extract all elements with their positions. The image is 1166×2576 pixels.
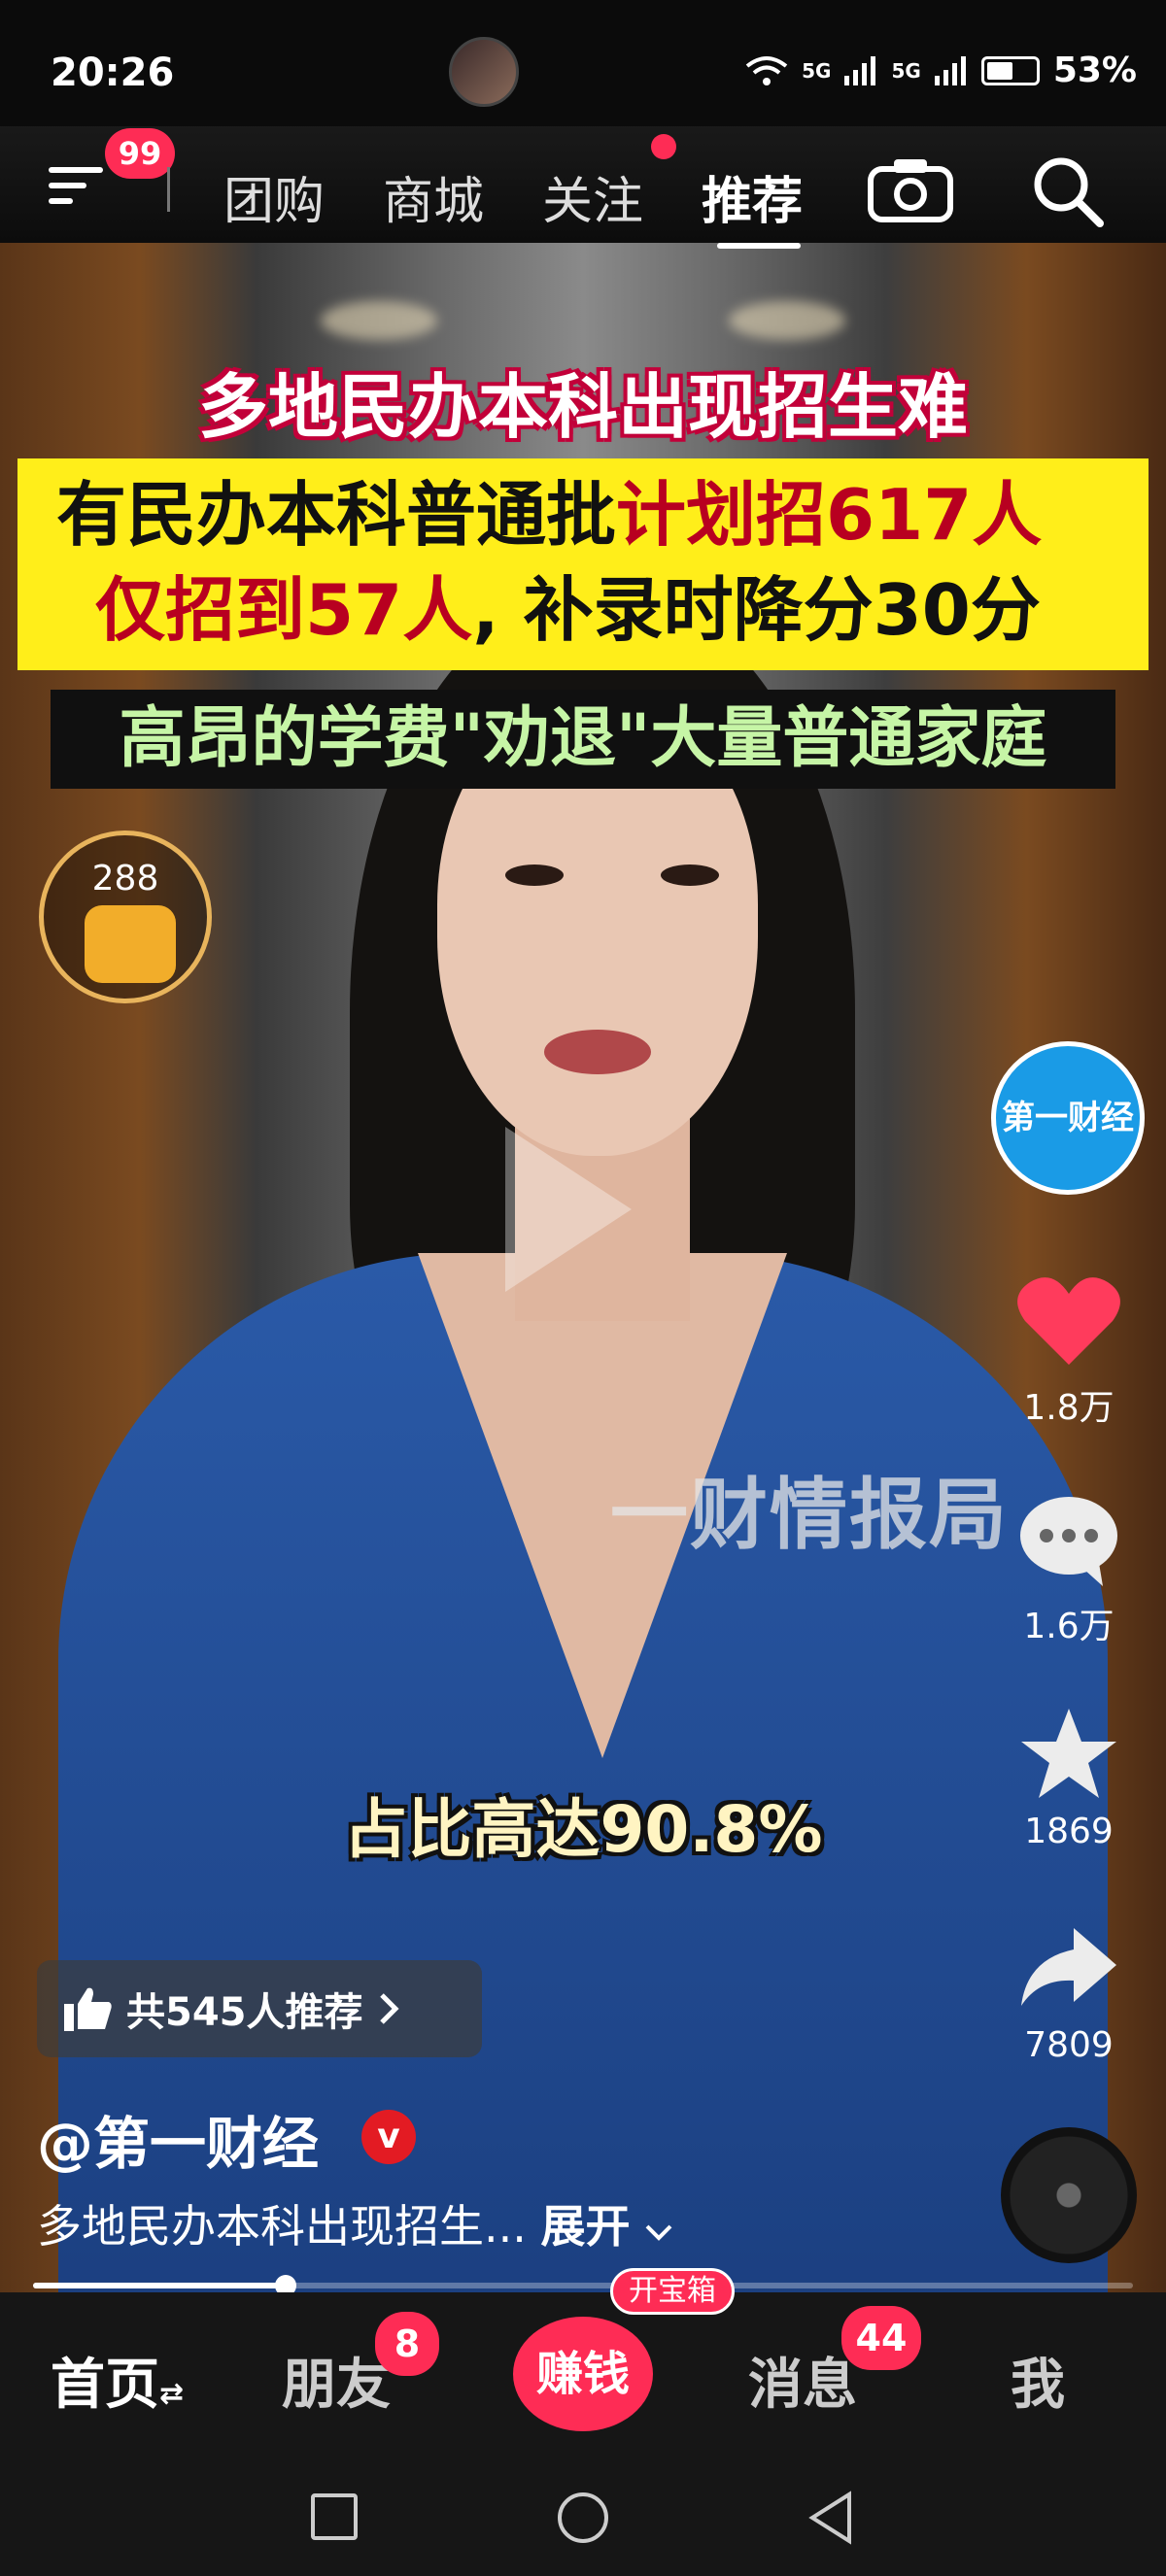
caption-yellow-box: 有民办本科普通批计划招617人 仅招到57人, 补录时降分30分 bbox=[17, 458, 1149, 670]
active-tab-indicator bbox=[717, 243, 801, 249]
chevron-down-icon bbox=[645, 2224, 672, 2241]
tab-me[interactable]: 我 bbox=[1011, 2341, 1065, 2420]
tab-home[interactable]: 首页⇄ bbox=[51, 2341, 184, 2420]
expand-button[interactable]: 展开 bbox=[541, 2200, 631, 2253]
tab-messages[interactable]: 消息 bbox=[748, 2341, 857, 2420]
menu-icon[interactable] bbox=[49, 167, 103, 214]
menu-badge: 99 bbox=[105, 128, 175, 179]
author-name[interactable]: @第一财经 bbox=[37, 2098, 319, 2180]
video-watermark: 一财情报局 bbox=[610, 1470, 1009, 1560]
comment-icon bbox=[1020, 1497, 1117, 1586]
video-description: 多地民办本科出现招生... 展开 bbox=[37, 2191, 673, 2255]
refresh-switch-icon: ⇄ bbox=[159, 2377, 185, 2411]
presenter-mouth bbox=[544, 1030, 651, 1074]
gift-bag-button[interactable]: 288 bbox=[39, 830, 212, 1003]
tab-friends[interactable]: 朋友 bbox=[282, 2341, 391, 2420]
caption-highlight: 计划招617人 bbox=[616, 474, 1043, 556]
comment-count: 1.6万 bbox=[1023, 1607, 1115, 1646]
thumbs-up-icon bbox=[64, 1987, 112, 2031]
video-progress-bar[interactable] bbox=[33, 2275, 1133, 2296]
signal-label: 5G bbox=[891, 58, 921, 83]
status-time: 20:26 bbox=[51, 51, 175, 95]
share-button[interactable]: 7809 bbox=[1011, 1918, 1127, 2065]
gift-count: 288 bbox=[91, 859, 159, 898]
friends-badge: 8 bbox=[375, 2312, 439, 2376]
recent-apps-icon[interactable] bbox=[311, 2493, 358, 2540]
presenter-eye bbox=[505, 864, 564, 886]
signal-icon bbox=[934, 55, 966, 85]
star-icon bbox=[1021, 1709, 1116, 1798]
signal-label: 5G bbox=[802, 58, 832, 83]
channel-avatar[interactable]: 第一财经 bbox=[991, 1041, 1145, 1195]
wifi-icon bbox=[745, 55, 788, 85]
play-icon[interactable] bbox=[496, 1117, 641, 1302]
progress-fill bbox=[33, 2283, 287, 2288]
caption-line-1: 有民办本科普通批计划招617人 bbox=[56, 466, 1042, 563]
tab-group-buy[interactable]: 团购 bbox=[223, 160, 325, 233]
recommend-bar[interactable]: 共545人推荐 bbox=[37, 1960, 482, 2057]
caption-text: , 补录时降分30分 bbox=[472, 569, 1041, 651]
favorite-count: 1869 bbox=[1024, 1812, 1114, 1851]
share-arrow-icon bbox=[1021, 1928, 1116, 2006]
ceiling-lamp bbox=[321, 301, 437, 340]
battery-percent: 53% bbox=[1052, 51, 1137, 90]
back-icon[interactable] bbox=[806, 2491, 855, 2545]
tab-home-label: 首页 bbox=[51, 2354, 159, 2417]
messages-badge: 44 bbox=[841, 2306, 921, 2370]
music-disc-icon[interactable] bbox=[1001, 2127, 1137, 2263]
favorite-button[interactable]: 1869 bbox=[1011, 1705, 1127, 1851]
earn-button[interactable]: 赚钱 bbox=[513, 2317, 653, 2431]
share-count: 7809 bbox=[1024, 2025, 1114, 2065]
nav-divider bbox=[167, 167, 170, 212]
gift-bag-icon bbox=[85, 905, 176, 983]
like-count: 1.8万 bbox=[1023, 1388, 1115, 1428]
caption-line-3: 高昂的学费"劝退"大量普通家庭 bbox=[51, 690, 1115, 789]
home-icon[interactable] bbox=[558, 2492, 608, 2543]
recommend-text: 共545人推荐 bbox=[126, 1990, 363, 2035]
following-dot bbox=[651, 134, 676, 159]
description-text: 多地民办本科出现招生... bbox=[37, 2200, 527, 2253]
tab-recommend[interactable]: 推荐 bbox=[702, 160, 803, 233]
status-icons: 5G 5G 53% bbox=[745, 51, 1137, 90]
treasure-box-label[interactable]: 开宝箱 bbox=[610, 2268, 735, 2315]
search-icon[interactable] bbox=[1028, 152, 1106, 229]
status-notification-avatar bbox=[449, 37, 519, 107]
chevron-right-icon bbox=[379, 1993, 399, 2024]
heart-icon bbox=[1017, 1277, 1120, 1365]
tab-mall[interactable]: 商城 bbox=[383, 160, 484, 233]
caption-title: 多地民办本科出现招生难 bbox=[197, 366, 968, 448]
tab-following[interactable]: 关注 bbox=[542, 160, 643, 233]
battery-icon bbox=[980, 55, 1040, 85]
presenter-eye bbox=[661, 864, 719, 886]
video-subtitle: 占比高达90.8% bbox=[343, 1792, 823, 1867]
caption-text: 有民办本科普通批 bbox=[56, 474, 617, 556]
verified-badge: v bbox=[361, 2110, 416, 2164]
camera-icon[interactable] bbox=[867, 155, 954, 223]
caption-line-2: 仅招到57人, 补录时降分30分 bbox=[95, 561, 1041, 659]
caption-highlight: 仅招到57人 bbox=[95, 569, 473, 651]
comment-button[interactable]: 1.6万 bbox=[1011, 1491, 1127, 1648]
signal-icon bbox=[844, 55, 876, 85]
ceiling-lamp bbox=[729, 301, 845, 340]
like-button[interactable]: 1.8万 bbox=[1011, 1272, 1127, 1430]
